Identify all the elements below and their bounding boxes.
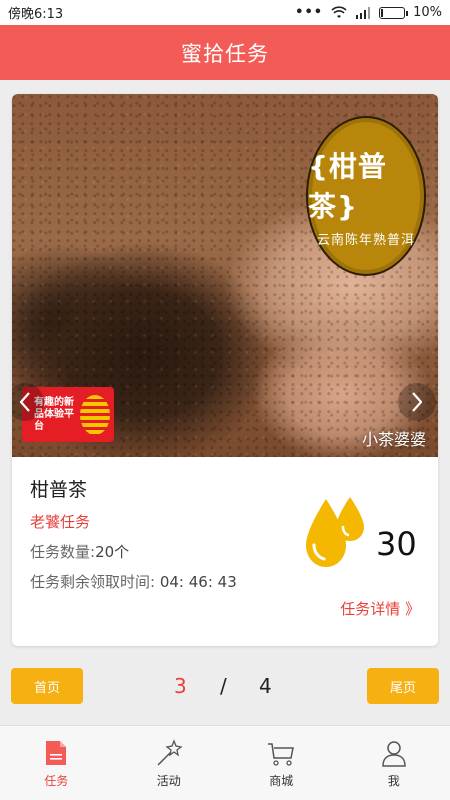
time-value: 04: 46: 43 [159,573,237,591]
brand-emblem [80,394,110,435]
battery-percent: 10% [413,5,442,20]
task-info: 柑普茶 老饕任务 任务数量:20个 任务剩余领取时间: 04: 46: 43 3… [12,457,438,646]
status-bar: 傍晚6:13 ••• 10% [0,0,450,25]
product-seal: {柑普茶} 云南陈年熟普洱 [306,116,426,276]
battery-icon [379,6,409,19]
first-page-button[interactable]: 首页 [11,668,83,704]
bottom-tab-bar: 任务 活动 商城 我 [0,725,450,800]
seal-title: {柑普茶} [308,149,387,223]
tab-me[interactable]: 我 [338,726,450,800]
time-label: 任务剩余领取时间: [30,573,156,591]
page-separator: / [220,674,227,698]
task-card[interactable]: {柑普茶} 云南陈年熟普洱 有趣的新品体验平台 小茶婆婆 柑普茶 老饕任务 任务… [12,94,438,646]
chevron-right-icon [412,392,423,412]
signal-dots: ••• [295,5,324,20]
cart-icon [268,743,295,766]
tab-label: 商城 [269,774,294,788]
status-time: 傍晚6:13 [8,7,64,22]
wifi-icon [331,6,347,18]
task-banner-image[interactable]: {柑普茶} 云南陈年熟普洱 有趣的新品体验平台 小茶婆婆 [12,94,438,457]
tab-mall[interactable]: 商城 [225,726,338,800]
seal-subtitle: 云南陈年熟普洱 [316,232,415,248]
task-doc-icon [46,741,67,765]
tab-task[interactable]: 任务 [0,726,113,800]
next-banner-button[interactable] [398,383,436,421]
total-pages: 4 [259,674,272,698]
page-title: 蜜拾任务 [181,41,269,66]
tab-label: 活动 [156,774,181,788]
drops-icon [306,497,364,567]
task-type: 老饕任务 [30,513,91,531]
task-title: 柑普茶 [30,479,88,501]
pagination: 首页 3 / 4 尾页 [0,668,450,706]
task-count: 任务数量:20个 [30,541,129,562]
app-header: 蜜拾任务 [0,25,450,80]
current-page: 3 [174,674,187,698]
status-icons: ••• 10% [295,5,442,20]
tab-activity[interactable]: 活动 [113,726,226,800]
person-icon [381,741,406,767]
reward-value: 30 [376,525,417,563]
chevron-left-icon [19,392,30,412]
task-count-value: 20个 [95,543,130,561]
magic-wand-icon [157,739,183,766]
banner-watermark: 小茶婆婆 [361,430,426,449]
task-detail-link[interactable]: 任务详情 》 [340,598,420,619]
last-page-button[interactable]: 尾页 [367,668,439,704]
tab-label: 我 [387,774,400,788]
task-count-label: 任务数量: [30,543,96,561]
cell-signal-icon [356,6,371,19]
task-remaining-time: 任务剩余领取时间: 04: 46: 43 [30,571,237,592]
tab-label: 任务 [44,774,69,788]
